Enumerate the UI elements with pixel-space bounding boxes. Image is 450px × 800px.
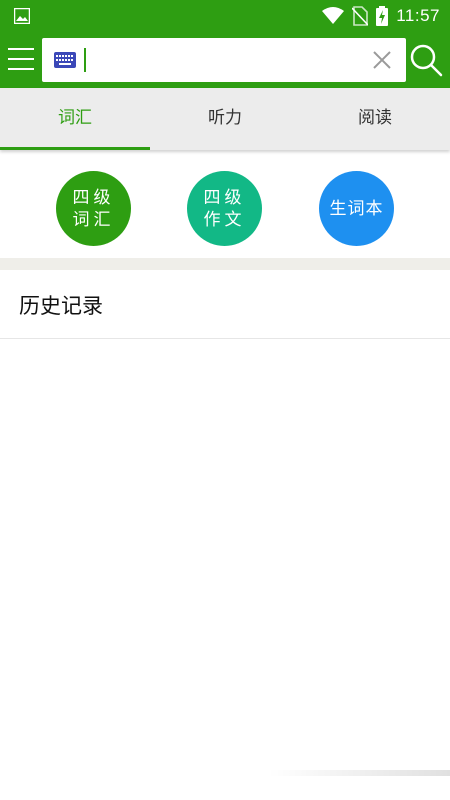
battery-charging-icon	[376, 6, 389, 26]
text-cursor	[84, 48, 86, 72]
section-divider	[0, 258, 450, 270]
quick-actions: 四级 词汇 四级 作文 生词本	[0, 158, 450, 258]
status-bar: 11:57	[0, 0, 450, 32]
tab-reading[interactable]: 阅读	[300, 88, 450, 150]
history-title: 历史记录	[19, 294, 103, 318]
word-book-button[interactable]: 生词本	[319, 171, 394, 246]
status-time: 11:57	[396, 6, 440, 25]
app-bar	[0, 32, 450, 88]
cet4-writing-line2: 作文	[203, 209, 246, 230]
tab-bar: 词汇 听力 阅读	[0, 88, 450, 150]
clear-icon[interactable]	[372, 50, 392, 70]
tab-listening[interactable]: 听力	[150, 88, 300, 150]
cet4-writing-button[interactable]: 四级 作文	[187, 171, 262, 246]
word-book-label: 生词本	[329, 198, 384, 219]
cet4-vocabulary-line2: 词汇	[72, 209, 115, 230]
tab-vocabulary[interactable]: 词汇	[0, 88, 150, 150]
keyboard-icon[interactable]	[54, 52, 76, 68]
search-input[interactable]	[88, 38, 362, 84]
no-sim-icon	[352, 6, 369, 26]
cet4-writing-line1: 四级	[203, 187, 246, 208]
cet4-vocabulary-button[interactable]: 四级 词汇	[56, 171, 131, 246]
wifi-icon	[322, 7, 345, 24]
status-icons: 11:57	[322, 0, 440, 32]
search-icon[interactable]	[408, 42, 444, 78]
search-box[interactable]	[42, 38, 406, 84]
cet4-vocabulary-line1: 四级	[72, 187, 115, 208]
bottom-shadow	[268, 770, 450, 776]
menu-icon[interactable]	[8, 44, 36, 74]
history-header: 历史记录	[0, 270, 450, 339]
gallery-icon	[14, 8, 30, 24]
